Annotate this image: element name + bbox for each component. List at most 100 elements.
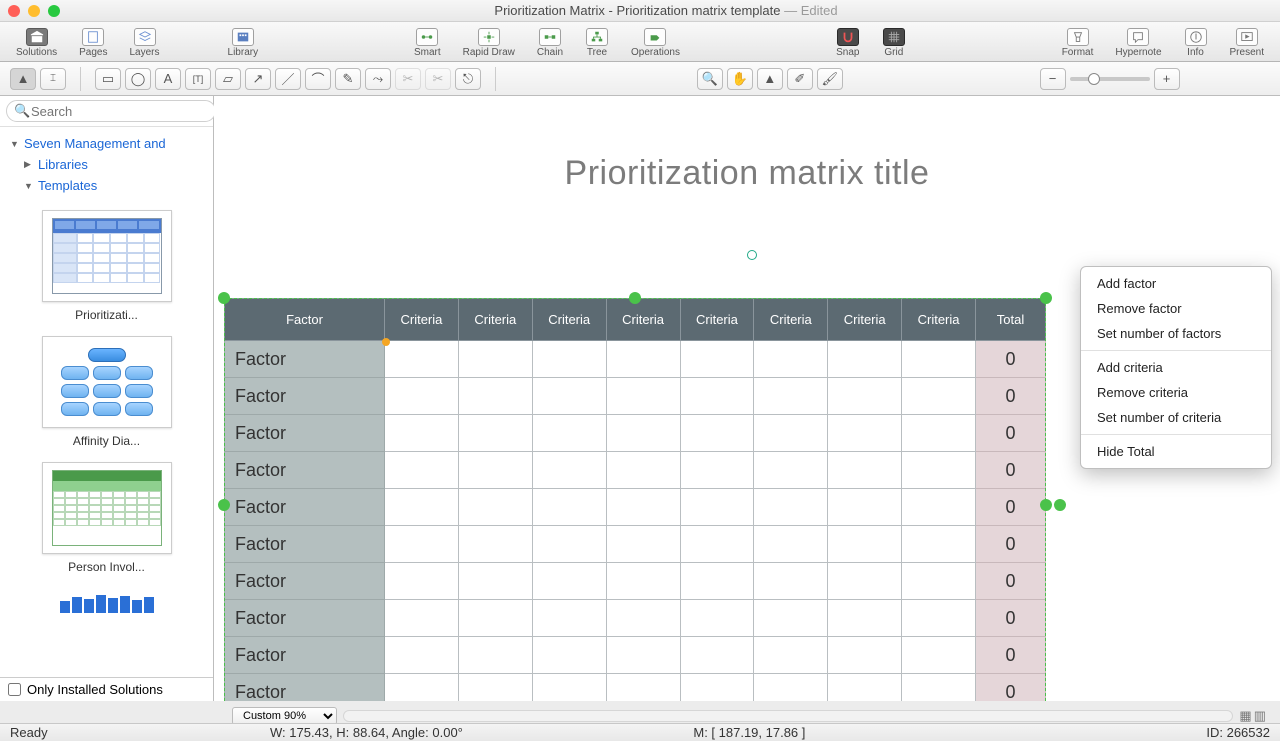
criteria-cell[interactable] [828, 341, 902, 378]
template-thumb-person[interactable]: Person Invol... [20, 462, 193, 574]
arrow-tool[interactable]: ↗ [245, 68, 271, 90]
criteria-cell[interactable] [680, 563, 754, 600]
matrix-title[interactable]: Prioritization matrix title [214, 154, 1280, 193]
template-thumb-prioritization[interactable]: Prioritizati... [20, 210, 193, 322]
anchor-handle[interactable] [382, 338, 390, 346]
criteria-cell[interactable] [680, 378, 754, 415]
criteria-cell[interactable] [385, 674, 459, 702]
criteria-cell[interactable] [828, 489, 902, 526]
criteria-cell[interactable] [754, 415, 828, 452]
criteria-cell[interactable] [606, 341, 680, 378]
criteria-cell[interactable] [902, 415, 976, 452]
resize-handle-extra[interactable] [1054, 499, 1066, 511]
criteria-cell[interactable] [902, 600, 976, 637]
zoom-out-button[interactable]: − [1040, 68, 1066, 90]
criteria-cell[interactable] [532, 637, 606, 674]
criteria-cell[interactable] [385, 378, 459, 415]
minimize-window-button[interactable] [28, 5, 40, 17]
template-thumb-affinity[interactable]: Affinity Dia... [20, 336, 193, 448]
connector-tool[interactable]: ⤳ [365, 68, 391, 90]
brush-tool[interactable]: 🖌 [817, 68, 843, 90]
hypernote-button[interactable]: Hypernote [1105, 26, 1171, 58]
curve-tool[interactable]: ⌒ [305, 68, 331, 90]
criteria-cell[interactable] [385, 637, 459, 674]
criteria-cell[interactable] [680, 341, 754, 378]
criteria-cell[interactable] [458, 415, 532, 452]
criteria-cell[interactable] [458, 526, 532, 563]
resize-handle-mr[interactable] [1040, 499, 1052, 511]
rotation-handle[interactable] [747, 250, 757, 260]
snap-button[interactable]: Snap [826, 26, 870, 58]
tree-button[interactable]: Tree [575, 26, 619, 58]
menu-item[interactable]: Add criteria [1081, 355, 1271, 380]
criteria-cell[interactable] [828, 526, 902, 563]
criteria-cell[interactable] [680, 637, 754, 674]
tree-templates[interactable]: ▼Templates [10, 175, 203, 196]
line-tool[interactable]: ／ [275, 68, 301, 90]
tree-libraries[interactable]: ▶Libraries [10, 154, 203, 175]
criteria-cell[interactable] [532, 526, 606, 563]
criteria-cell[interactable] [680, 600, 754, 637]
menu-item[interactable]: Set number of criteria [1081, 405, 1271, 430]
layers-button[interactable]: Layers [120, 26, 170, 58]
criteria-cell[interactable] [458, 637, 532, 674]
criteria-cell[interactable] [606, 415, 680, 452]
criteria-cell[interactable] [458, 341, 532, 378]
criteria-cell[interactable] [902, 341, 976, 378]
close-window-button[interactable] [8, 5, 20, 17]
criteria-cell[interactable] [902, 674, 976, 702]
criteria-cell[interactable] [385, 600, 459, 637]
select-tool[interactable]: ▲ [10, 68, 36, 90]
factor-cell[interactable]: Factor [225, 341, 385, 378]
callout-tool[interactable]: ▱ [215, 68, 241, 90]
criteria-cell[interactable] [754, 600, 828, 637]
criteria-cell[interactable] [606, 674, 680, 702]
criteria-cell[interactable] [754, 378, 828, 415]
library-button[interactable]: Library [218, 26, 269, 58]
criteria-cell[interactable] [532, 341, 606, 378]
grid-button[interactable]: Grid [872, 26, 916, 58]
menu-item[interactable]: Set number of factors [1081, 321, 1271, 346]
factor-cell[interactable]: Factor [225, 415, 385, 452]
criteria-cell[interactable] [385, 563, 459, 600]
criteria-cell[interactable] [458, 674, 532, 702]
ellipse-tool[interactable]: ◯ [125, 68, 151, 90]
criteria-cell[interactable] [828, 415, 902, 452]
menu-item[interactable]: Add factor [1081, 271, 1271, 296]
format-button[interactable]: Format [1052, 26, 1104, 58]
rect-tool[interactable]: ▭ [95, 68, 121, 90]
criteria-cell[interactable] [754, 452, 828, 489]
menu-item[interactable]: Remove criteria [1081, 380, 1271, 405]
criteria-cell[interactable] [902, 489, 976, 526]
factor-cell[interactable]: Factor [225, 637, 385, 674]
pan-tool[interactable]: ✋ [727, 68, 753, 90]
textbox-tool[interactable]: [T] [185, 68, 211, 90]
criteria-cell[interactable] [606, 563, 680, 600]
resize-handle-tl[interactable] [218, 292, 230, 304]
criteria-cell[interactable] [828, 674, 902, 702]
knife-tool[interactable]: ✂ [425, 68, 451, 90]
criteria-cell[interactable] [680, 674, 754, 702]
crop-tool[interactable]: ⎋ [455, 68, 481, 90]
smart-button[interactable]: Smart [404, 26, 451, 58]
criteria-cell[interactable] [532, 415, 606, 452]
criteria-cell[interactable] [532, 674, 606, 702]
info-button[interactable]: iInfo [1174, 26, 1218, 58]
zoom-tool[interactable]: 🔍 [697, 68, 723, 90]
criteria-cell[interactable] [385, 415, 459, 452]
operations-button[interactable]: Operations [621, 26, 690, 58]
criteria-cell[interactable] [458, 600, 532, 637]
factor-cell[interactable]: Factor [225, 526, 385, 563]
criteria-cell[interactable] [532, 489, 606, 526]
criteria-cell[interactable] [754, 637, 828, 674]
criteria-cell[interactable] [532, 378, 606, 415]
factor-cell[interactable]: Factor [225, 452, 385, 489]
criteria-cell[interactable] [828, 563, 902, 600]
factor-cell[interactable]: Factor [225, 674, 385, 702]
text-select-tool[interactable]: ⌶ [40, 68, 66, 90]
criteria-cell[interactable] [754, 526, 828, 563]
criteria-cell[interactable] [680, 526, 754, 563]
criteria-cell[interactable] [385, 452, 459, 489]
criteria-cell[interactable] [606, 452, 680, 489]
criteria-cell[interactable] [902, 637, 976, 674]
